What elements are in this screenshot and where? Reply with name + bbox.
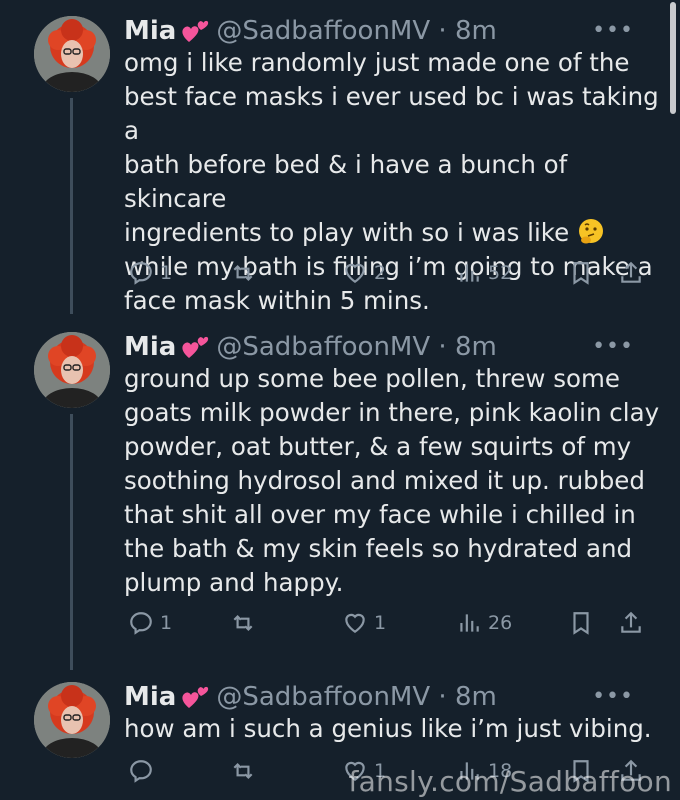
like-icon (345, 613, 365, 633)
text-line: soothing hydrosol and mixed it up. rubbe… (124, 466, 645, 495)
text-line: omg i like randomly just made one of the (124, 48, 630, 77)
thread-line (70, 414, 73, 670)
like-button[interactable]: 2 (342, 260, 386, 286)
retweet-button[interactable] (230, 260, 262, 286)
reply-icon (130, 760, 152, 783)
like-count: 1 (374, 612, 387, 634)
bookmark-icon (573, 612, 589, 635)
text-line: bath before bed & i have a bunch of skin… (124, 150, 568, 213)
tweet-1[interactable]: Mia @SadbaffoonMV · 8m ••• omg i like ran… (0, 14, 680, 315)
tweet-2[interactable]: Mia @SadbaffoonMV · 8m ••• ground up some… (0, 330, 680, 670)
avatar-image (34, 682, 110, 758)
text-line: that shit all over my face while i chill… (124, 500, 636, 529)
retweet-icon (233, 264, 253, 282)
reply-count: 1 (160, 262, 173, 284)
handle-and-time[interactable]: @SadbaffoonMV · 8m (216, 16, 496, 46)
handle-and-time[interactable]: @SadbaffoonMV · 8m (216, 682, 496, 712)
retweet-icon (233, 762, 253, 780)
action-bar: 1 2 52 (124, 260, 644, 290)
views-icon (460, 614, 479, 632)
reply-icon (130, 262, 152, 285)
bookmark-button[interactable] (568, 260, 594, 286)
two-hearts-icon (182, 686, 209, 708)
action-bar: 1 1 26 (124, 610, 644, 640)
like-button[interactable]: 1 (342, 610, 386, 636)
views-icon (460, 264, 479, 282)
text-line: ground up some bee pollen, threw some (124, 364, 620, 393)
retweet-icon (233, 614, 253, 632)
views-count: 52 (488, 262, 513, 284)
share-button[interactable] (618, 260, 644, 286)
tweet-text: how am i such a genius like i’m just vib… (124, 712, 664, 746)
retweet-button[interactable] (230, 610, 262, 636)
thinking-face-icon (578, 219, 603, 244)
share-icon (621, 611, 641, 633)
like-count: 2 (374, 262, 387, 284)
text-line: how am i such a genius like i’m just vib… (124, 714, 652, 743)
two-hearts-icon (182, 20, 209, 42)
avatar-image (34, 332, 110, 408)
watermark: fansly.com/Sadbaffoon (348, 765, 672, 798)
handle-and-time[interactable]: @SadbaffoonMV · 8m (216, 332, 496, 362)
share-icon (621, 261, 641, 283)
avatar-image (34, 16, 110, 92)
bookmark-icon (573, 262, 589, 285)
avatar[interactable] (34, 16, 110, 92)
retweet-button[interactable] (230, 758, 262, 784)
share-button[interactable] (618, 610, 644, 636)
tweet-header: Mia @SadbaffoonMV · 8m (124, 682, 497, 712)
thread-line (70, 98, 73, 314)
reply-button[interactable]: 1 (128, 260, 172, 286)
text-line: powder, oat butter, & a few squirts of m… (124, 432, 632, 461)
tweet-header: Mia @SadbaffoonMV · 8m (124, 332, 497, 362)
bookmark-button[interactable] (568, 610, 594, 636)
text-line: the bath & my skin feels so hydrated and (124, 534, 633, 563)
tweet-header: Mia @SadbaffoonMV · 8m (124, 16, 497, 46)
text-line: plump and happy. (124, 568, 344, 597)
like-icon (345, 263, 365, 283)
reply-button[interactable] (128, 758, 160, 784)
avatar[interactable] (34, 682, 110, 758)
reply-icon (130, 612, 152, 635)
views-count: 26 (488, 612, 513, 634)
two-hearts-icon (182, 336, 209, 358)
views-button[interactable]: 52 (456, 260, 512, 286)
text-line: goats milk powder in there, pink kaolin … (124, 398, 660, 427)
reply-count: 1 (160, 612, 173, 634)
more-options-icon[interactable]: ••• (592, 684, 634, 709)
display-name[interactable]: Mia (124, 682, 176, 712)
more-options-icon[interactable]: ••• (592, 18, 634, 43)
display-name[interactable]: Mia (124, 16, 176, 46)
views-button[interactable]: 26 (456, 610, 512, 636)
reply-button[interactable]: 1 (128, 610, 172, 636)
display-name[interactable]: Mia (124, 332, 176, 362)
avatar[interactable] (34, 332, 110, 408)
more-options-icon[interactable]: ••• (592, 334, 634, 359)
text-line: best face masks i ever used bc i was tak… (124, 82, 659, 145)
tweet-text: ground up some bee pollen, threw some go… (124, 362, 664, 600)
text-line: ingredients to play with so i was like (124, 216, 664, 250)
